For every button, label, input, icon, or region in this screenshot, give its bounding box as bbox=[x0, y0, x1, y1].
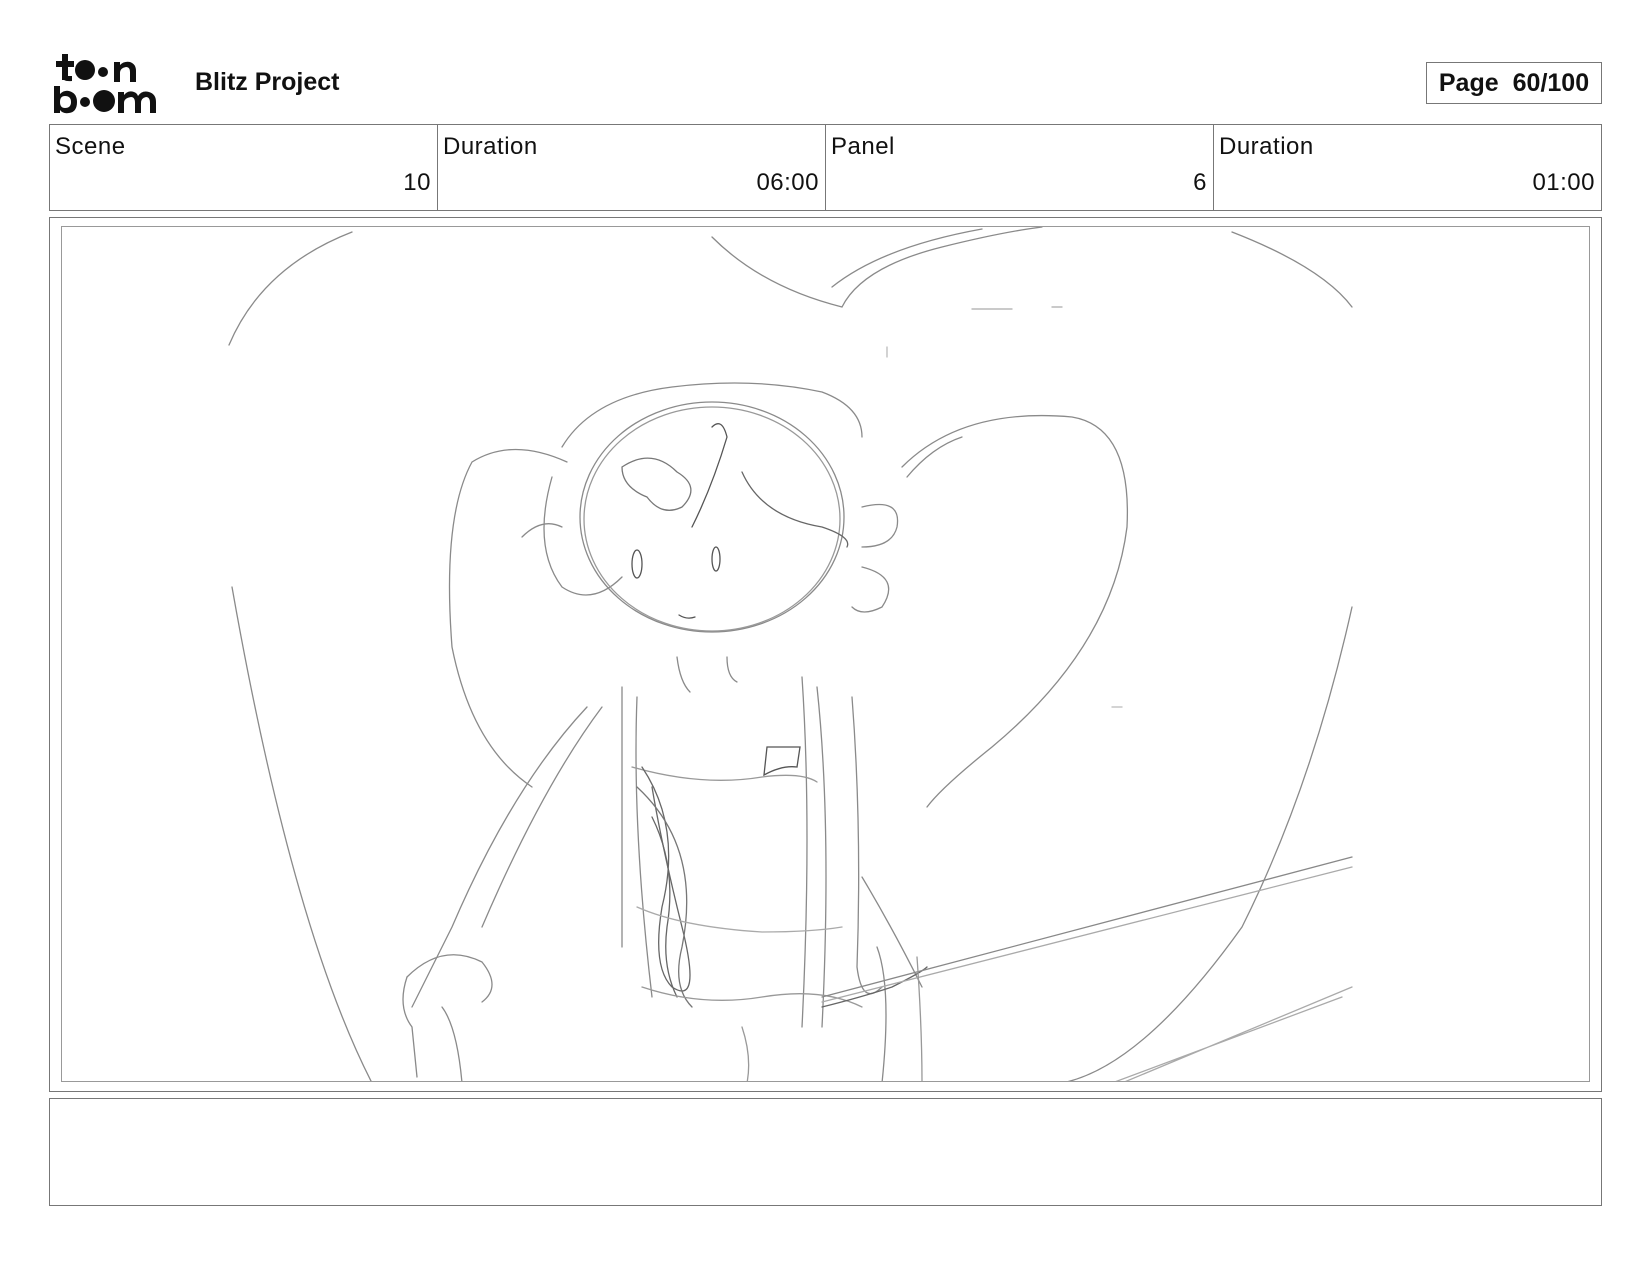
scene-info-table: Scene 10 Duration 06:00 Panel 6 Duration… bbox=[49, 124, 1602, 211]
scene-cell: Scene 10 bbox=[50, 125, 438, 210]
scene-value: 10 bbox=[403, 169, 431, 196]
page-label: Page bbox=[1438, 68, 1499, 97]
toon-boom-logo bbox=[52, 52, 172, 116]
page-indicator: Page 60/100 bbox=[1426, 62, 1602, 104]
panel-cell: Panel 6 bbox=[826, 125, 1214, 210]
scene-duration-label: Duration bbox=[443, 133, 538, 160]
panel-duration-value: 01:00 bbox=[1532, 169, 1595, 196]
storyboard-panel-frame bbox=[49, 217, 1602, 1092]
panel-duration-cell: Duration 01:00 bbox=[1214, 125, 1601, 210]
panel-label: Panel bbox=[831, 133, 895, 160]
panel-value: 6 bbox=[1193, 169, 1207, 196]
page-number: 60/100 bbox=[1512, 68, 1590, 97]
panel-duration-label: Duration bbox=[1219, 133, 1314, 160]
panel-caption-box[interactable] bbox=[49, 1098, 1602, 1206]
scene-duration-cell: Duration 06:00 bbox=[438, 125, 826, 210]
pencil-sketch-drawing bbox=[228, 227, 1353, 1081]
scene-duration-value: 06:00 bbox=[756, 169, 819, 196]
project-title: Blitz Project bbox=[195, 68, 340, 96]
toon-boom-logo-icon bbox=[54, 54, 156, 114]
scene-label: Scene bbox=[55, 133, 126, 160]
storyboard-panel-image bbox=[61, 226, 1590, 1082]
